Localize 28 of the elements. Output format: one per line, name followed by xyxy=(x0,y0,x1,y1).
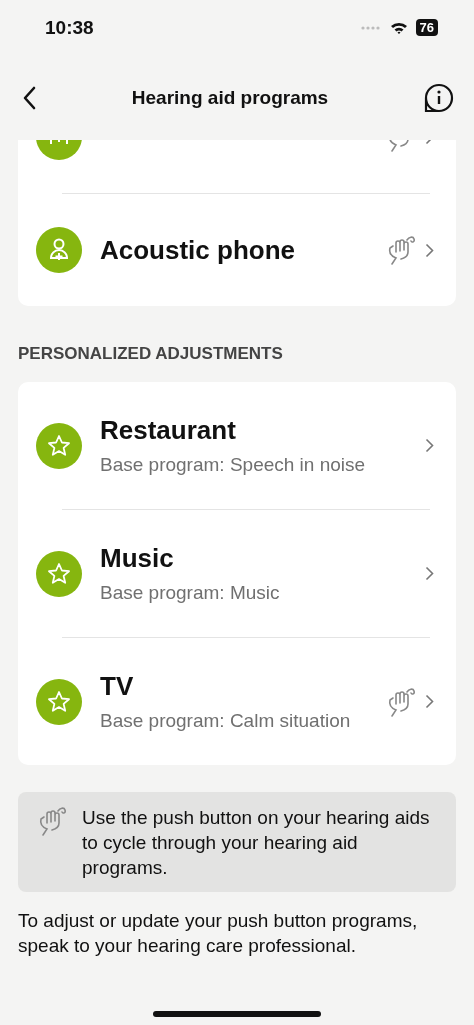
program-icon xyxy=(36,678,82,725)
screen-title: Hearing aid programs xyxy=(131,86,329,109)
program-title: Music xyxy=(100,543,175,574)
chevron-icon xyxy=(425,694,434,709)
program-title: Restaurant xyxy=(100,415,237,446)
program-title: Acoustic phone xyxy=(100,234,296,266)
program-icon xyxy=(36,422,82,469)
adjustment-row[interactable]: TV Base program: Calm situation xyxy=(18,638,456,765)
program-icon xyxy=(36,227,82,273)
program-icon xyxy=(36,550,82,597)
adjustment-row[interactable]: Restaurant Base program: Speech in noise xyxy=(18,382,456,509)
footer-note: To adjust or update your push button programs, speak to your hearing care professional. xyxy=(18,909,419,958)
program-title: TV xyxy=(100,671,135,702)
info-text: Use the push button on your hearing aids to cycle through your hearing aid programs. xyxy=(82,806,431,880)
wifi-icon xyxy=(389,20,408,35)
status-time: 10:38 xyxy=(45,16,94,39)
signal-icon xyxy=(359,24,382,31)
base-program-label: Base program: Speech in noise xyxy=(100,454,367,476)
adjustment-row[interactable]: Music Base program: Music xyxy=(18,510,456,637)
base-program-label: Base program: Music xyxy=(100,582,281,604)
program-row[interactable]: Acoustic phone xyxy=(18,194,456,306)
chevron-icon xyxy=(425,242,434,258)
finger-tap-icon xyxy=(38,805,68,837)
base-program-label: Base program: Calm situation xyxy=(100,710,352,732)
chevron-icon xyxy=(425,438,434,453)
chevron-icon xyxy=(425,566,434,581)
section-heading: PERSONALIZED ADJUSTMENTS xyxy=(18,344,284,364)
battery-indicator: 76 xyxy=(415,19,438,36)
